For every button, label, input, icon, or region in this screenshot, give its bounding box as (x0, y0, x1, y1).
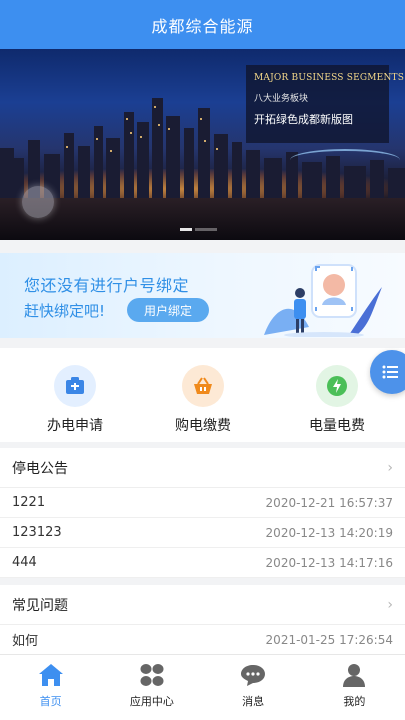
faq-header[interactable]: 常见问题 › (0, 585, 405, 625)
promo-carousel[interactable]: MAJOR BUSINESS SEGMENTS 八大业务板块 开拓绿色成都新版图 (0, 49, 405, 240)
tab-label: 应用中心 (129, 695, 174, 708)
faq-section: 常见问题 › 如何 2021-01-25 17:26:54 (0, 585, 405, 655)
app-header: 成都综合能源 (0, 0, 405, 49)
list-item[interactable]: 1221 2020-12-21 16:57:37 (0, 488, 405, 518)
tab-label: 首页 (39, 695, 62, 708)
tab-label: 消息 (242, 695, 265, 708)
user-icon (340, 662, 368, 688)
chevron-right-icon: › (387, 596, 393, 613)
section-title: 停电公告 (12, 460, 68, 477)
home-icon (37, 662, 65, 688)
quick-action-apply[interactable]: 办电申请 (25, 365, 125, 435)
outage-notice-header[interactable]: 停电公告 › (0, 448, 405, 488)
user-bind-button[interactable]: 用户绑定 (127, 298, 209, 322)
floating-assistant-button[interactable] (22, 186, 54, 218)
bottom-tab-bar: 首页 应用中心 消息 我的 (0, 654, 405, 720)
page-title: 成都综合能源 (151, 16, 254, 36)
section-title: 常见问题 (12, 597, 68, 614)
account-bind-banner: 您还没有进行户号绑定 赶快绑定吧! 用户绑定 (0, 253, 405, 338)
bind-prompt-text: 您还没有进行户号绑定 (24, 276, 190, 295)
list-item[interactable]: 444 2020-12-13 14:17:16 (0, 548, 405, 578)
quick-action-label: 电量电费 (309, 418, 365, 434)
faq-time: 2021-01-25 17:26:54 (265, 632, 393, 647)
message-icon (239, 662, 267, 688)
basket-icon (182, 365, 224, 407)
application-icon (54, 365, 96, 407)
notice-time: 2020-12-13 14:20:19 (265, 525, 393, 540)
list-item[interactable]: 如何 2021-01-25 17:26:54 (0, 625, 405, 655)
chevron-right-icon: › (387, 459, 393, 476)
tab-messages[interactable]: 消息 (203, 655, 304, 720)
outage-notice-section: 停电公告 › 1221 2020-12-21 16:57:37 123123 2… (0, 448, 405, 578)
banner-caption-english: MAJOR BUSINESS SEGMENTS (254, 73, 405, 83)
lightning-icon (316, 365, 358, 407)
quick-action-label: 办电申请 (47, 418, 103, 434)
list-icon (382, 365, 398, 379)
apps-icon (138, 662, 166, 688)
tab-profile[interactable]: 我的 (304, 655, 405, 720)
tab-label: 我的 (343, 695, 366, 708)
quick-action-label: 购电缴费 (175, 418, 231, 434)
notice-time: 2020-12-21 16:57:37 (265, 495, 393, 510)
notice-name: 123123 (12, 525, 62, 540)
list-item[interactable]: 123123 2020-12-13 14:20:19 (0, 518, 405, 548)
tab-app-center[interactable]: 应用中心 (101, 655, 202, 720)
carousel-indicator (180, 228, 217, 231)
notice-name: 1221 (12, 495, 46, 510)
tab-home[interactable]: 首页 (0, 655, 101, 720)
bind-hint-text: 赶快绑定吧! (24, 302, 106, 320)
quick-actions-panel: 办电申请 购电缴费 电量电费 (0, 348, 405, 442)
notice-name: 444 (12, 555, 37, 570)
face-verification-illustration (264, 264, 382, 337)
banner-caption-title: 开拓绿色成都新版图 (254, 113, 353, 126)
notice-time: 2020-12-13 14:17:16 (265, 555, 393, 570)
banner-caption-subtitle: 八大业务板块 (254, 94, 309, 104)
faq-name: 如何 (12, 634, 39, 649)
quick-action-purchase[interactable]: 购电缴费 (153, 365, 253, 435)
banner-caption-card: MAJOR BUSINESS SEGMENTS 八大业务板块 开拓绿色成都新版图 (246, 65, 405, 143)
